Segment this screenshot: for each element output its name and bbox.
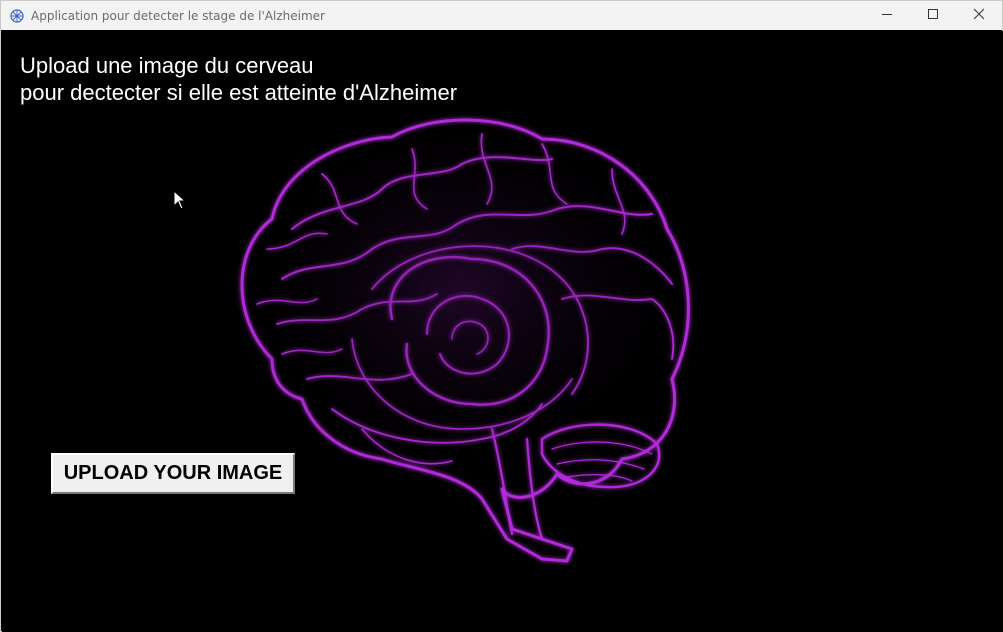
headline-line-1: Upload une image du cerveau — [20, 53, 314, 78]
minimize-button[interactable] — [864, 1, 910, 30]
maximize-icon — [927, 7, 939, 25]
brain-icon — [10, 8, 24, 23]
window-controls — [864, 1, 1002, 30]
window-title: Application pour detecter le stage de l'… — [31, 8, 325, 23]
title-bar[interactable]: Application pour detecter le stage de l'… — [1, 1, 1002, 30]
maximize-button[interactable] — [910, 1, 956, 30]
main-canvas: Upload une image du cerveau pour dectect… — [2, 31, 1003, 632]
app-window: Application pour detecter le stage de l'… — [0, 0, 1003, 632]
instructions-text: Upload une image du cerveau pour dectect… — [20, 52, 457, 106]
minimize-icon — [881, 7, 893, 25]
brain-image — [240, 118, 690, 563]
close-button[interactable] — [956, 1, 1002, 30]
headline-line-2: pour dectecter si elle est atteinte d'Al… — [20, 80, 458, 105]
mouse-cursor-icon — [173, 190, 187, 210]
close-icon — [973, 7, 985, 25]
upload-image-button[interactable]: UPLOAD YOUR IMAGE — [51, 453, 295, 494]
